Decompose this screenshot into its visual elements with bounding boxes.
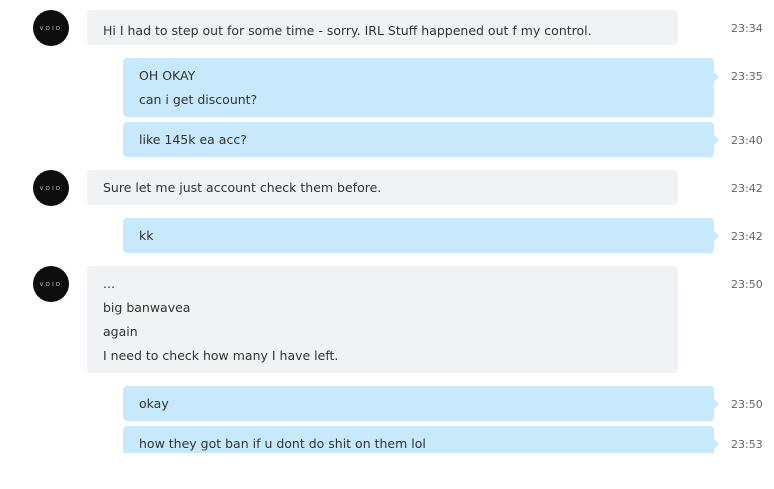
message-text: Sure let me just account check them befo…: [103, 180, 382, 195]
contact-avatar[interactable]: VOID: [33, 10, 69, 46]
void-logo-icon: VOID: [40, 26, 63, 32]
message-timestamp: 23:42: [731, 182, 763, 195]
message-text: Hi I had to step out for some time - sor…: [103, 23, 592, 38]
message-text: again: [103, 324, 138, 339]
message-bubble-outgoing[interactable]: okay: [123, 386, 719, 421]
message-timestamp: 23:35: [731, 70, 763, 83]
avatar-text: VOID: [40, 282, 63, 288]
message-timestamp: 23:42: [731, 230, 763, 243]
message-timestamp: 23:34: [731, 22, 763, 35]
message-text: big banwavea: [103, 300, 191, 315]
message-bubble-incoming[interactable]: Sure let me just account check them befo…: [87, 170, 678, 205]
message-text: okay: [139, 396, 169, 411]
avatar-text: VOID: [40, 26, 63, 32]
message-bubble-outgoing[interactable]: like 145k ea acc?: [123, 122, 719, 157]
message-text: I need to check how many I have left.: [103, 348, 339, 363]
avatar-text: VOID: [40, 186, 63, 192]
message-timestamp: 23:40: [731, 134, 763, 147]
message-text: how they got ban if u dont do shit on th…: [139, 436, 426, 451]
message-bubble-outgoing[interactable]: OH OKAY can i get discount?: [123, 58, 719, 117]
message-timestamp: 23:50: [731, 398, 763, 411]
void-logo-icon: VOID: [40, 282, 63, 288]
chat-conversation: VOID Hi I had to step out for some time …: [0, 0, 774, 453]
contact-avatar[interactable]: VOID: [33, 170, 69, 206]
void-logo-icon: VOID: [40, 186, 63, 192]
message-bubble-incoming[interactable]: ... big banwavea again I need to check h…: [87, 266, 678, 373]
message-timestamp: 23:53: [731, 438, 763, 451]
message-bubble-outgoing[interactable]: kk: [123, 218, 719, 253]
message-text: ...: [103, 276, 115, 291]
message-bubble-outgoing[interactable]: how they got ban if u dont do shit on th…: [123, 426, 719, 453]
message-text: can i get discount?: [139, 92, 258, 107]
contact-avatar[interactable]: VOID: [33, 266, 69, 302]
message-bubble-incoming[interactable]: Hi I had to step out for some time - sor…: [87, 10, 678, 45]
message-text: OH OKAY: [139, 68, 196, 83]
message-text: kk: [139, 228, 154, 243]
message-timestamp: 23:50: [731, 278, 763, 291]
message-text: like 145k ea acc?: [139, 132, 247, 147]
